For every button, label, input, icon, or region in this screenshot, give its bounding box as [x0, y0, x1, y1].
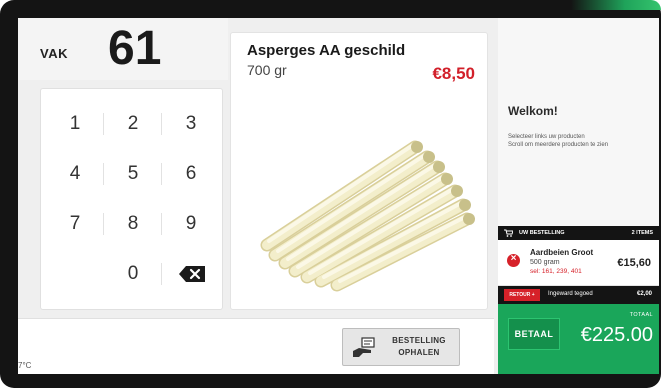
- order-item-qty: 500 gram: [530, 259, 560, 266]
- vak-number: 61: [108, 22, 162, 75]
- kiosk-screen: VAK 61 1 2 3 4 5 6 7 8 9 0 Asperges AA g…: [18, 18, 659, 374]
- remove-item-button[interactable]: ×: [507, 253, 520, 267]
- order-header: UW BESTELLING 2 ITEMS: [498, 226, 659, 240]
- order-line-item: × Aardbeien Groot 500 gram sel: 161, 239…: [498, 240, 659, 286]
- totaal-label: TOTAAL: [629, 312, 653, 318]
- product-weight: 700 gr: [247, 62, 287, 78]
- key-6[interactable]: 6: [161, 149, 221, 199]
- backspace-icon[interactable]: [178, 265, 206, 283]
- betaal-button[interactable]: BETAAL: [508, 318, 560, 350]
- asparagus-image: [260, 140, 475, 292]
- product-card[interactable]: Asperges AA geschild 700 gr €8,50: [230, 32, 488, 310]
- key-divider: [103, 163, 104, 185]
- vak-label: VAK: [40, 46, 68, 61]
- order-item-selection: sel: 161, 239, 401: [530, 268, 582, 275]
- key-1[interactable]: 1: [45, 99, 105, 149]
- key-divider: [161, 113, 162, 135]
- order-panel: Welkom! Selecteer links uw producten Scr…: [498, 18, 659, 374]
- hint-text: Selecteer links uw producten: [508, 134, 585, 140]
- key-5[interactable]: 5: [103, 149, 163, 199]
- key-0[interactable]: 0: [103, 249, 163, 299]
- totaal-value: €225.00: [580, 324, 653, 346]
- key-4[interactable]: 4: [45, 149, 105, 199]
- tegoed-label: Ingeward tegoed: [548, 291, 593, 297]
- order-item-count: 2 ITEMS: [631, 230, 653, 236]
- bezel-accent: [571, 0, 661, 10]
- key-7[interactable]: 7: [45, 199, 105, 249]
- key-divider: [161, 263, 162, 285]
- retour-row: RETOUR + Ingeward tegoed €2,00: [498, 286, 659, 304]
- retour-button[interactable]: RETOUR +: [504, 289, 540, 301]
- key-divider: [161, 163, 162, 185]
- payment-area: BETAAL TOTAAL €225.00: [498, 304, 659, 374]
- welcome-title: Welkom!: [508, 104, 558, 118]
- ophalen-line2: OPHALEN: [398, 348, 440, 357]
- close-icon: ×: [510, 253, 517, 264]
- order-item-name: Aardbeien Groot: [530, 248, 594, 257]
- ophalen-line1: BESTELLING: [392, 336, 446, 345]
- hint-text-2: Scroll om meerdere producten te zien: [508, 142, 609, 148]
- key-divider: [161, 213, 162, 235]
- key-9[interactable]: 9: [161, 199, 221, 249]
- hand-order-icon: [353, 337, 375, 357]
- bestelling-ophalen-button[interactable]: BESTELLING OPHALEN: [342, 328, 460, 366]
- product-name: Asperges AA geschild: [247, 42, 406, 59]
- keypad: 1 2 3 4 5 6 7 8 9 0: [40, 88, 223, 310]
- tegoed-value: €2,00: [636, 291, 652, 297]
- key-8[interactable]: 8: [103, 199, 163, 249]
- key-3[interactable]: 3: [161, 99, 221, 149]
- key-divider: [103, 113, 104, 135]
- temperature-readout: 7°C: [18, 361, 32, 370]
- vak-header: VAK 61: [18, 18, 228, 80]
- order-item-price: €15,60: [617, 257, 651, 269]
- product-price: €8,50: [432, 64, 475, 83]
- key-2[interactable]: 2: [103, 99, 163, 149]
- cart-icon: [504, 229, 513, 237]
- key-divider: [103, 213, 104, 235]
- ophalen-label: BESTELLING OPHALEN: [383, 335, 455, 359]
- order-header-label: UW BESTELLING: [519, 230, 565, 236]
- bottom-bar: 7°C BESTELLING OPHALEN: [18, 318, 494, 374]
